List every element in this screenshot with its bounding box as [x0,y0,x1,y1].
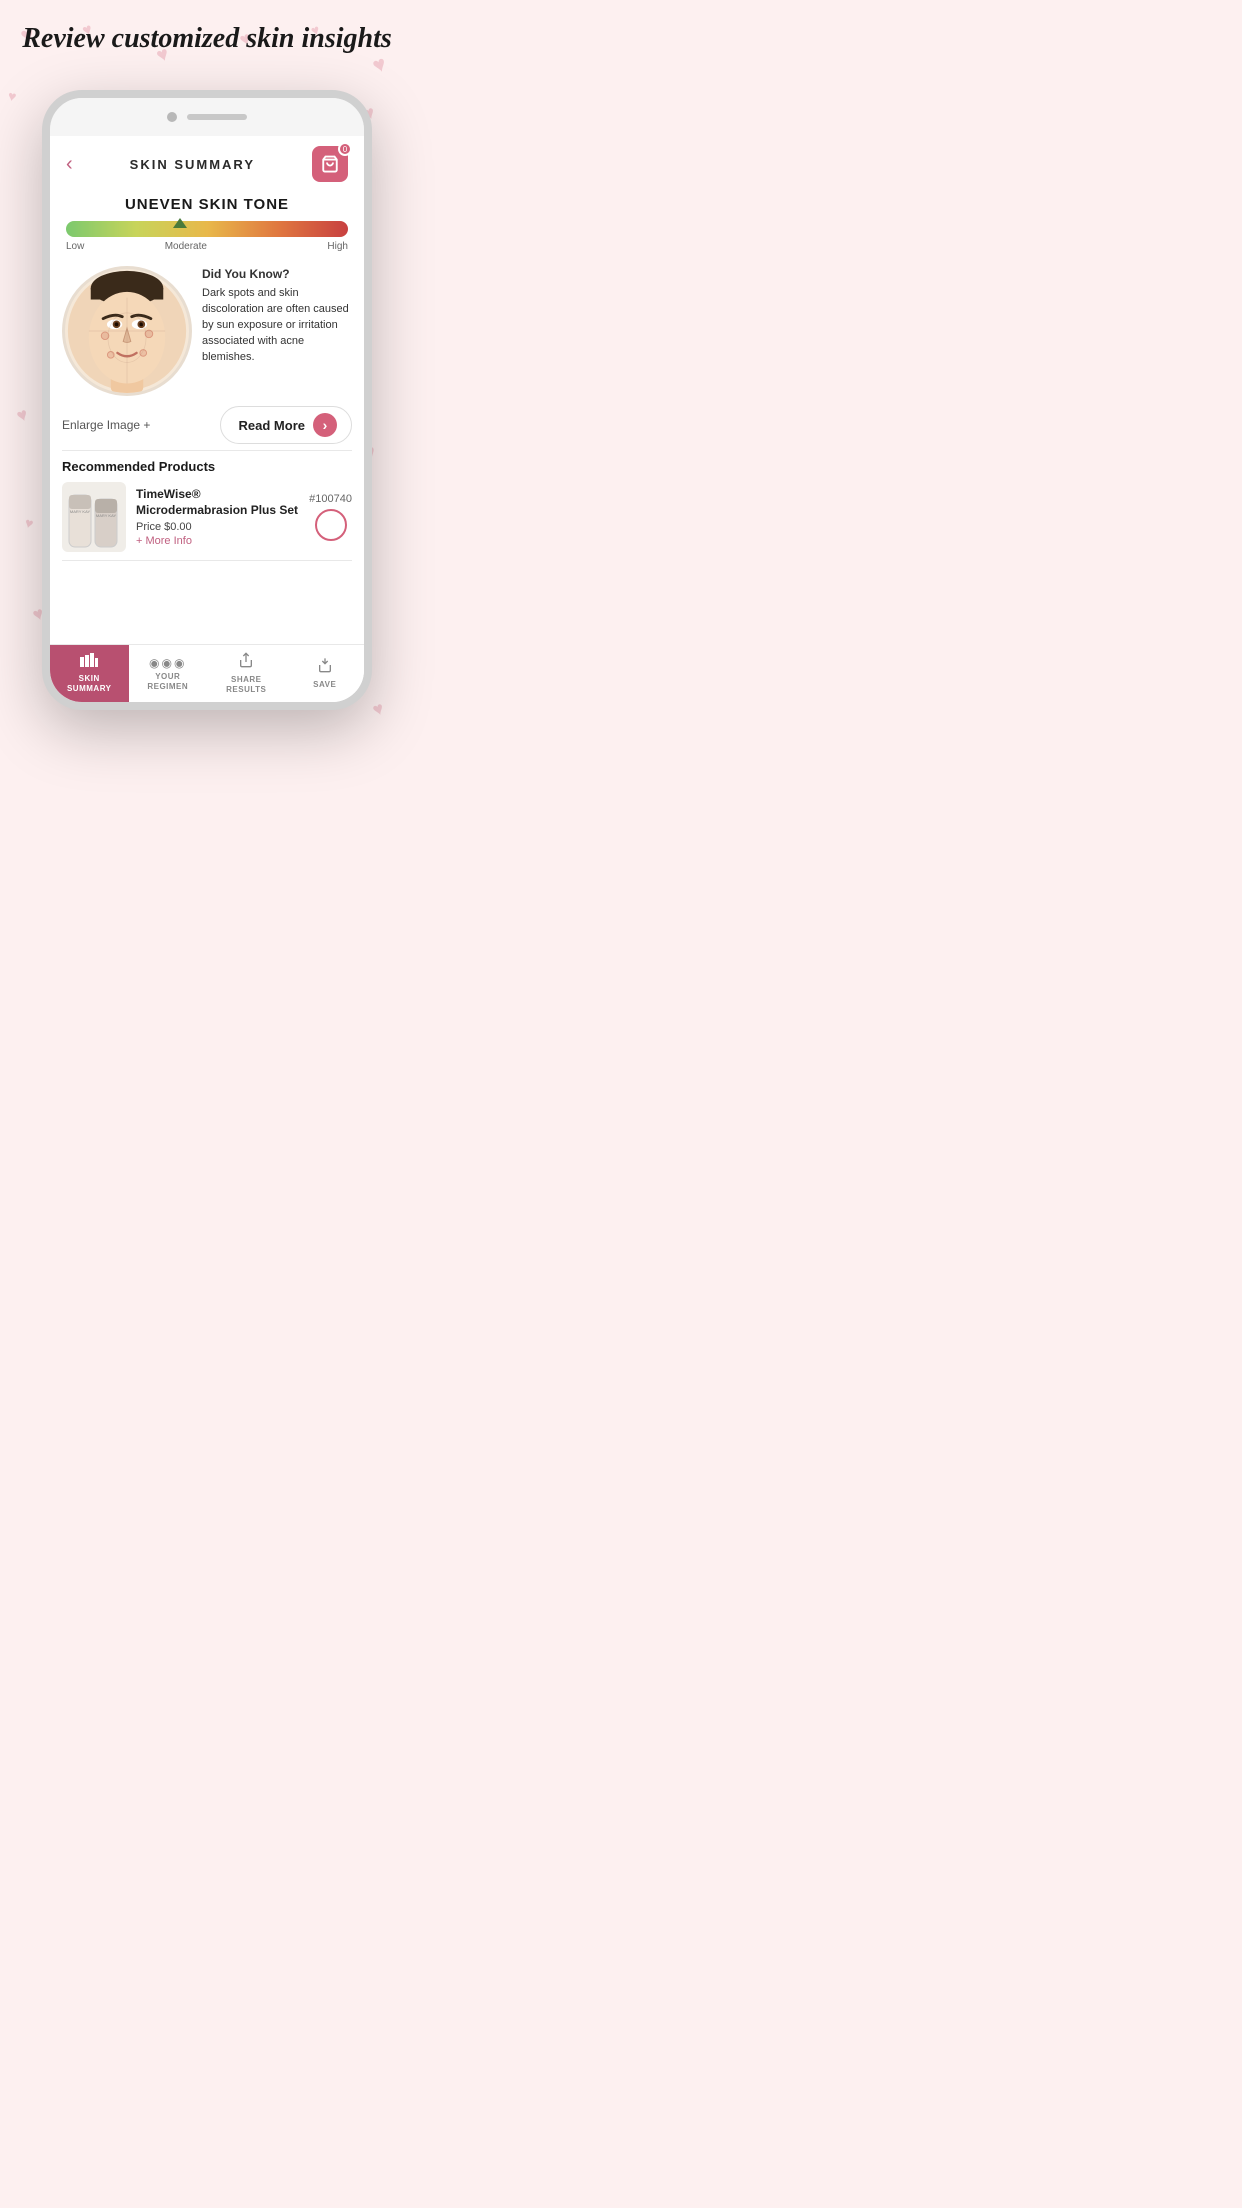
svg-text:MARY KAY: MARY KAY [96,513,117,518]
gauge-marker [173,218,187,228]
gauge-label-moderate: Moderate [165,241,207,252]
app-header: ‹ SKIN SUMMARY 0 [50,136,364,190]
page-heading: Review customized skin insights [0,22,414,56]
phone-frame: ‹ SKIN SUMMARY 0 UNEVEN SKIN TONE [42,90,372,710]
bar-chart-icon [80,653,98,672]
read-more-button[interactable]: Read More › [220,406,352,444]
product-image: MARY KAY MARY KAY [62,482,126,552]
nav-label-save: SAVE [313,680,336,690]
cart-badge: 0 [338,142,352,156]
action-row: Enlarge Image + Read More › [50,402,364,450]
product-select-circle[interactable] [315,509,347,541]
gauge-bar [66,221,348,237]
gauge-labels: Low Moderate High [66,241,348,252]
did-you-know-title: Did You Know? [202,266,352,283]
divider-2 [62,560,352,561]
phone-mockup: ‹ SKIN SUMMARY 0 UNEVEN SKIN TONE [42,90,372,710]
skin-tone-title: UNEVEN SKIN TONE [66,196,348,213]
product-price: Price $0.00 [136,521,299,533]
product-name: TimeWise® Microdermabrasion Plus Set [136,487,299,518]
share-icon [238,652,254,673]
nav-label-regimen: YOURREGIMEN [147,672,188,691]
svg-text:MARY KAY: MARY KAY [70,509,91,514]
cart-icon-wrap[interactable]: 0 [312,146,348,182]
did-you-know: Did You Know? Dark spots and skin discol… [202,266,352,396]
skin-tone-section: UNEVEN SKIN TONE Low Moderate High [50,190,364,260]
recommended-products: Recommended Products MARY KAY MARY KAY [50,451,364,560]
nav-label-skin-summary: SKINSUMMARY [67,674,112,693]
product-more-info-link[interactable]: + More Info [136,535,299,547]
phone-speaker [187,114,247,120]
gauge-label-high: High [327,241,348,252]
nav-item-regimen[interactable]: ◉◉◉ YOURREGIMEN [129,645,208,702]
product-info: TimeWise® Microdermabrasion Plus Set Pri… [136,487,299,547]
product-sku: #100740 [309,493,352,505]
bottom-nav: SKINSUMMARY ◉◉◉ YOURREGIMEN SHARERESULT [50,644,364,702]
read-more-arrow-icon: › [313,413,337,437]
phone-camera-dot [167,112,177,122]
header-title: SKIN SUMMARY [130,157,255,172]
product-item: MARY KAY MARY KAY TimeWise® Microdermabr… [62,482,352,552]
enlarge-button[interactable]: Enlarge Image + [62,418,150,432]
main-content: Did You Know? Dark spots and skin discol… [50,260,364,402]
gauge-label-low: Low [66,241,84,252]
nav-item-save[interactable]: SAVE [286,645,365,702]
did-you-know-text: Dark spots and skin discoloration are of… [202,287,349,363]
app-screen: ‹ SKIN SUMMARY 0 UNEVEN SKIN TONE [50,136,364,702]
face-circle [62,266,192,396]
nav-label-share: SHARERESULTS [226,675,266,694]
back-button[interactable]: ‹ [66,153,73,176]
recommended-title: Recommended Products [62,459,352,474]
regimen-icon: ◉◉◉ [149,656,186,670]
save-icon [317,657,333,678]
nav-item-skin-summary[interactable]: SKINSUMMARY [50,645,129,702]
phone-top-bar [50,98,364,136]
nav-item-share[interactable]: SHARERESULTS [207,645,286,702]
